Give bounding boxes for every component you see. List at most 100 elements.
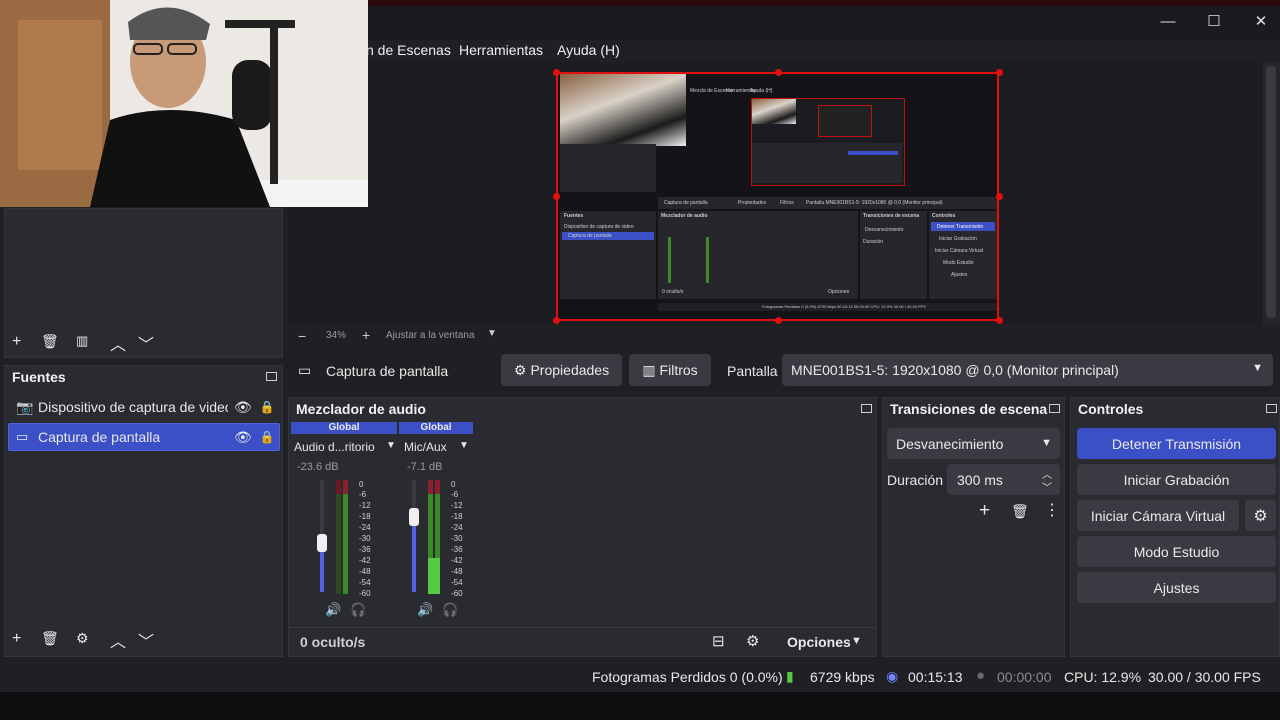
zoom-fit-select[interactable]: Ajustar a la ventana (386, 330, 474, 341)
channel-name[interactable]: Audio d...ritorio (294, 440, 375, 454)
source-item[interactable]: 📷 Dispositivo de captura de video 👁 🔒 (8, 393, 280, 421)
studio-mode-button[interactable]: Modo Estudio (1077, 536, 1276, 567)
settings-button[interactable]: Ajustes (1077, 572, 1276, 603)
nested-sources-title: Fuentes (564, 213, 584, 219)
volume-slider-handle[interactable] (317, 534, 327, 552)
virtual-camera-settings-button[interactable]: ⚙ (1245, 500, 1276, 531)
lock-icon[interactable]: 🔒 (260, 400, 275, 414)
nested-duration: Duración (863, 239, 884, 245)
chevron-down-icon: ▼ (1041, 437, 1052, 449)
zoom-in-icon[interactable]: + (362, 327, 370, 343)
channel-name[interactable]: Mic/Aux (404, 440, 447, 454)
nested-transitions-dock: Transiciones de escena Desvanecimiento D… (860, 211, 927, 299)
scene-preview-frame[interactable]: Mezcla de Escenas Herramientas Ayuda (H)… (556, 72, 999, 321)
scale-label: -54 (359, 578, 371, 587)
dock-float-icon[interactable] (1266, 404, 1277, 413)
trash-icon[interactable]: 🗑 (41, 630, 59, 647)
trash-icon[interactable]: 🗑 (1011, 503, 1029, 520)
trash-icon[interactable]: 🗑 (41, 333, 59, 350)
eye-icon[interactable]: 👁 (234, 429, 252, 446)
stream-status-icon: ◉ (886, 668, 899, 684)
channel-tag: Global (291, 422, 397, 434)
scale-label: -6 (451, 490, 459, 499)
arrow-up-icon[interactable]: ︿ (110, 628, 126, 652)
nested-status-bar: Fotogramas Perdidos 0 (0.0%) 6729 kbps 0… (658, 303, 997, 311)
transform-handle[interactable] (775, 317, 782, 324)
transform-handle[interactable] (996, 193, 1003, 200)
chevron-down-icon[interactable]: ▼ (851, 635, 862, 647)
selected-source-name: Captura de pantalla (326, 363, 449, 379)
meter-track (336, 480, 341, 594)
duration-field[interactable]: 300 ms ︿ ﹀ (947, 464, 1060, 495)
minimize-button[interactable]: — (1154, 10, 1182, 34)
nested-source-name: Captura de pantalla (664, 200, 708, 206)
transform-handle[interactable] (775, 69, 782, 76)
scale-label: -60 (359, 589, 371, 598)
gear-icon[interactable]: ⚙ (76, 630, 89, 647)
nested-source-item: Captura de pantalla (568, 233, 612, 239)
nested-status: Fotogramas Perdidos 0 (0.0%) 6729 kbps 0… (762, 304, 926, 309)
speaker-icon[interactable]: 🔊 (417, 602, 433, 618)
chevron-down-icon[interactable]: ﹀ (1042, 479, 1052, 494)
source-item-selected[interactable]: ▭ Captura de pantalla 👁 🔒 (8, 423, 280, 451)
start-recording-button[interactable]: Iniciar Grabación (1077, 464, 1276, 495)
arrow-down-icon[interactable]: ﹀ (138, 628, 154, 652)
add-icon[interactable]: + (12, 630, 21, 648)
arrow-up-icon[interactable]: ︿ (110, 331, 126, 355)
chevron-down-icon[interactable]: ▼ (386, 440, 396, 451)
stop-stream-button[interactable]: Detener Transmisión (1077, 428, 1276, 459)
transitions-title: Transiciones de escena (890, 401, 1048, 417)
dock-float-icon[interactable] (266, 372, 277, 381)
mixer-title: Mezclador de audio (296, 401, 426, 417)
transition-select[interactable]: Desvanecimiento ▼ (887, 428, 1060, 459)
transform-handle[interactable] (996, 317, 1003, 324)
volume-slider-handle[interactable] (409, 508, 419, 526)
options-button[interactable]: Opciones (787, 634, 851, 650)
nested-source-bar: Captura de pantalla Propiedades Filtros … (658, 197, 997, 209)
eye-icon[interactable]: 👁 (234, 399, 252, 416)
lock-icon[interactable]: 🔒 (260, 430, 275, 444)
transform-handle[interactable] (553, 317, 560, 324)
nested-inner-preview (751, 98, 905, 186)
add-icon[interactable]: + (12, 333, 21, 351)
nested-source-item: Dispositivo de captura de video (564, 224, 634, 230)
transform-handle[interactable] (553, 193, 560, 200)
menu-scenes[interactable]: n de Escenas (366, 42, 451, 58)
dock-float-icon[interactable] (861, 404, 872, 413)
zoom-out-icon[interactable]: − (298, 328, 306, 344)
arrow-down-icon[interactable]: ﹀ (138, 331, 154, 355)
divider (289, 627, 876, 628)
properties-button[interactable]: ⚙ Propiedades (501, 354, 622, 386)
chevron-down-icon[interactable]: ▼ (487, 328, 497, 339)
layout-icon[interactable]: ⊟ (712, 632, 725, 650)
monitor-icon: ▭ (16, 429, 29, 444)
add-icon[interactable]: + (979, 500, 990, 522)
start-virtual-camera-button[interactable]: Iniciar Cámara Virtual (1077, 500, 1239, 531)
nested-fade: Desvanecimiento (865, 227, 904, 233)
chevron-down-icon[interactable]: ▼ (459, 440, 469, 451)
preview-scroll-thumb[interactable] (1266, 66, 1276, 318)
speaker-icon[interactable]: 🔊 (325, 602, 341, 618)
gear-icon: ⚙ (1253, 507, 1268, 525)
screen-select[interactable]: MNE001BS1-5: 1920x1080 @ 0,0 (Monitor pr… (782, 354, 1273, 386)
transform-handle[interactable] (553, 69, 560, 76)
scale-label: -42 (359, 556, 371, 565)
advanced-audio-icon[interactable]: ⚙ (746, 632, 759, 650)
meter-scale: 0 -6 -12 -18 -24 -30 -36 -42 -48 -54 -60 (451, 480, 471, 598)
dock-float-icon[interactable] (1049, 404, 1060, 413)
menu-tools[interactable]: Herramientas (459, 42, 543, 58)
meter-peak-zone (428, 480, 433, 494)
filters-button[interactable]: ▥ Filtros (629, 354, 711, 386)
filter-icon[interactable]: ▥ (76, 333, 88, 349)
transform-handle[interactable] (996, 69, 1003, 76)
webcam-image (0, 0, 368, 207)
close-button[interactable]: ✕ (1247, 10, 1275, 34)
maximize-button[interactable]: ☐ (1200, 10, 1228, 34)
headphone-icon[interactable]: 🎧 (442, 602, 458, 618)
more-vertical-icon[interactable]: ⋮ (1044, 500, 1060, 520)
nested-meter (706, 237, 709, 283)
headphone-icon[interactable]: 🎧 (350, 602, 366, 618)
scale-label: -24 (359, 523, 371, 532)
menu-help[interactable]: Ayuda (H) (557, 42, 620, 58)
scale-label: -6 (359, 490, 367, 499)
